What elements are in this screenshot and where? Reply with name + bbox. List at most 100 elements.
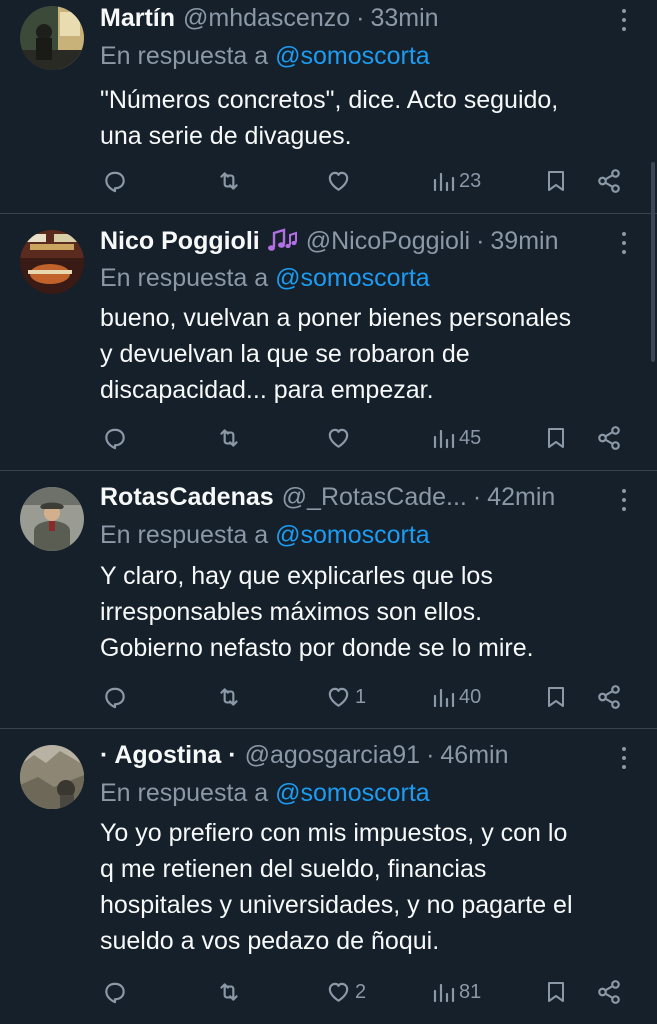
reply-context: En respuesta a @somoscorta [100,518,430,552]
share-button[interactable] [596,163,622,199]
reply-icon [105,428,125,450]
author-handle[interactable]: @mhdascenzo [183,1,350,35]
bookmark-button[interactable] [544,420,568,456]
tweet-text-line: hospitales y universidades, y no pagarte… [100,891,573,919]
bookmark-icon [548,171,564,191]
more-options-icon[interactable] [619,229,629,257]
reply-button[interactable] [102,420,128,456]
tweet-text-line: bueno, vuelvan a poner bienes personales [100,304,572,332]
music-notes-icon [266,227,298,255]
share-button[interactable] [596,420,622,456]
reply-context: En respuesta a @somoscorta [100,776,430,810]
view-count: 81 [459,980,482,1003]
avatar[interactable] [20,745,84,809]
author-name[interactable]: Martín [100,1,175,35]
author-name[interactable]: RotasCadenas [100,480,274,514]
share-button[interactable] [596,679,622,715]
author-handle[interactable]: @_RotasCade... [282,480,467,514]
retweet-button[interactable] [215,420,243,456]
views-button[interactable]: 23 [432,163,481,199]
bookmark-icon [548,428,564,448]
retweet-button[interactable] [215,679,243,715]
retweet-button[interactable] [215,163,243,199]
separator: · [426,741,435,769]
bookmark-button[interactable] [544,679,568,715]
tweet-text: Y claro, hay que explicarles que los irr… [100,558,633,666]
reply-mention-link[interactable]: @somoscorta [275,779,430,807]
scrollbar[interactable] [651,162,655,362]
bookmark-icon [548,982,564,1002]
reply-mention-link[interactable]: @somoscorta [275,521,430,549]
share-icon [598,169,620,193]
tweet-header: Nico Poggioli @NicoPoggioli · 39min [100,224,597,258]
reply-mention-link[interactable]: @somoscorta [275,42,430,70]
tweet-text-line: Gobierno nefasto por donde se lo mire. [100,634,534,662]
like-button[interactable]: 1 [325,679,366,715]
reply-prefix: En respuesta a [100,42,269,70]
views-button[interactable]: 45 [432,420,481,456]
bookmark-button[interactable] [544,163,568,199]
more-options-icon[interactable] [619,744,629,772]
views-chart-icon [433,983,455,1003]
timestamp[interactable]: 39min [490,224,558,258]
timestamp[interactable]: 46min [440,738,508,772]
author-name[interactable]: Nico Poggioli [100,224,260,258]
retweet-icon [220,688,238,706]
tweet-actions: 1 40 [0,679,657,715]
tweet-text: bueno, vuelvan a poner bienes personales… [100,300,633,408]
tweet-text-line: Y claro, hay que explicarles que los [100,562,493,590]
heart-icon [328,687,349,707]
reply-tweet[interactable]: · Agostina · @agosgarcia91 · 46min En re… [0,729,657,1024]
reply-button[interactable] [102,163,128,199]
retweet-button[interactable] [215,974,243,1010]
views-button[interactable]: 40 [432,679,481,715]
separator: · [476,227,485,255]
share-icon [598,980,620,1004]
like-button[interactable] [325,163,355,199]
share-icon [598,426,620,450]
reply-tweet[interactable]: Martín @mhdascenzo · 33min En respuesta … [0,0,657,214]
heart-icon [328,982,349,1002]
like-button[interactable]: 2 [325,974,366,1010]
avatar[interactable] [20,487,84,551]
reply-tweet[interactable]: RotasCadenas @_RotasCade... · 42min En r… [0,471,657,729]
view-count: 40 [459,685,482,708]
more-options-icon[interactable] [619,6,629,34]
like-button[interactable] [325,420,355,456]
reply-prefix: En respuesta a [100,779,269,807]
reply-tweet[interactable]: Nico Poggioli @NicoPoggioli · 39min En r… [0,214,657,471]
author-handle[interactable]: @agosgarcia91 [245,738,421,772]
reply-icon [105,687,125,709]
tweet-text: "Números concretos", dice. Acto seguido,… [100,82,633,154]
tweet-text-line: sueldo a vos pedazo de ñoqui. [100,927,440,955]
avatar[interactable] [20,230,84,294]
tweet-text-line: q me retienen del sueldo, financias [100,855,487,883]
avatar[interactable] [20,6,84,70]
views-chart-icon [433,172,455,192]
share-icon [598,685,620,709]
timestamp[interactable]: 33min [370,1,438,35]
author-handle[interactable]: @NicoPoggioli [306,224,470,258]
share-button[interactable] [596,974,622,1010]
heart-icon [328,171,349,191]
retweet-icon [220,983,238,1001]
tweet-text: Yo yo prefiero con mis impuestos, y con … [100,815,633,959]
retweet-icon [220,172,238,190]
tweet-text-line: una serie de divagues. [100,122,352,150]
reply-button[interactable] [102,679,128,715]
reply-prefix: En respuesta a [100,264,269,292]
views-button[interactable]: 81 [432,974,481,1010]
author-name[interactable]: · Agostina · [100,738,237,772]
tweet-text-line: Yo yo prefiero con mis impuestos, y con … [100,819,568,847]
views-chart-icon [433,429,455,449]
tweet-text-line: discapacidad... para empezar. [100,376,434,404]
tweet-header: · Agostina · @agosgarcia91 · 46min [100,738,597,772]
more-options-icon[interactable] [619,486,629,514]
tweet-text-line: irresponsables máximos son ellos. [100,598,483,626]
reply-icon [105,982,125,1004]
reply-mention-link[interactable]: @somoscorta [275,264,430,292]
tweet-actions: 23 [0,163,657,199]
reply-button[interactable] [102,974,128,1010]
bookmark-button[interactable] [544,974,568,1010]
timestamp[interactable]: 42min [487,480,555,514]
